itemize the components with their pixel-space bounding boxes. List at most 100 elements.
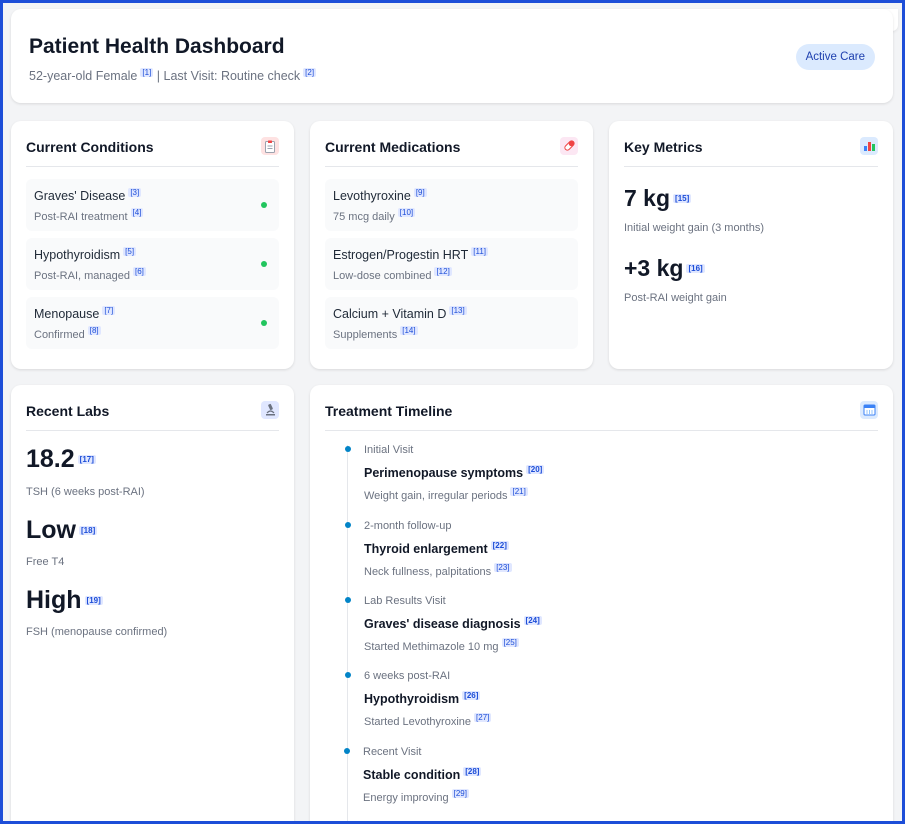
citation[interactable]: [29]: [451, 789, 469, 798]
lab-value: 18.2 [17]: [26, 445, 96, 474]
lab-value-text: 18.2: [26, 445, 75, 473]
page-title: Patient Health Dashboard: [29, 35, 285, 58]
timeline-date: Lab Results Visit: [364, 595, 446, 607]
citation[interactable]: [9]: [413, 188, 427, 197]
medication-name-text: Levothyroxine: [333, 189, 411, 203]
timeline-line: [347, 445, 348, 821]
citation[interactable]: [2]: [303, 68, 317, 77]
citation[interactable]: [11]: [471, 247, 488, 256]
lab-value: Low [18]: [26, 516, 98, 545]
lab-value: High [19]: [26, 586, 103, 615]
condition-name-text: Menopause: [34, 307, 100, 321]
condition-name-text: Graves' Disease: [34, 189, 126, 203]
condition-detail-text: Post-RAI, managed: [34, 270, 130, 282]
condition-item-graves[interactable]: Graves' Disease [3] Post-RAI treatment [4]: [26, 179, 279, 231]
medication-name: Estrogen/Progestin HRT [11]: [333, 247, 488, 262]
conditions-card: Current Conditions Graves' Disease [3] Po…: [11, 121, 294, 369]
timeline-dot: [345, 446, 351, 452]
last-visit: Last Visit: Routine check: [163, 69, 301, 83]
lab-label: TSH (6 weeks post-RAI): [26, 486, 145, 498]
citation[interactable]: [15]: [673, 194, 692, 203]
metric-label: Initial weight gain (3 months): [624, 222, 765, 234]
metric-value-text: +3 kg: [624, 255, 684, 281]
card-title: Treatment Timeline: [325, 403, 453, 419]
timeline-title-text: Thyroid enlargement: [364, 542, 488, 556]
header-card: Patient Health Dashboard 52-year-old Fem…: [11, 9, 893, 103]
timeline-desc-text: Weight gain, irregular periods: [364, 490, 508, 502]
citation[interactable]: [4]: [130, 208, 144, 217]
timeline-date: Recent Visit: [363, 746, 422, 758]
medication-item-levothyroxine[interactable]: Levothyroxine [9] 75 mcg daily [10]: [325, 179, 578, 231]
citation[interactable]: [24]: [523, 616, 542, 625]
card-header: Recent Labs: [26, 401, 279, 431]
medication-name-text: Estrogen/Progestin HRT: [333, 248, 469, 262]
citation[interactable]: [18]: [79, 526, 98, 535]
timeline-title-text: Stable condition: [363, 768, 461, 782]
timeline-title-text: Graves' disease diagnosis: [364, 617, 521, 631]
timeline-dot: [344, 748, 350, 754]
timeline-dot: [345, 672, 351, 678]
subtitle-separator: |: [156, 69, 161, 83]
medication-name: Calcium + Vitamin D [13]: [333, 306, 467, 321]
metric-value: +3 kg [16]: [624, 255, 705, 282]
lab-value-text: Low: [26, 516, 76, 544]
timeline-date: 2-month follow-up: [364, 520, 452, 532]
timeline-event-title: Thyroid enlargement [22]: [364, 541, 509, 556]
medication-detail-text: 75 mcg daily: [333, 211, 395, 223]
timeline-event-desc: Started Levothyroxine [27]: [364, 713, 492, 728]
citation[interactable]: [14]: [400, 326, 418, 335]
dashboard-frame: Patient Health Dashboard 52-year-old Fem…: [0, 0, 905, 824]
citation[interactable]: [20]: [526, 465, 545, 474]
timeline-desc-text: Neck fullness, palpitations: [364, 566, 492, 578]
citation[interactable]: [13]: [449, 306, 467, 315]
citation[interactable]: [28]: [463, 767, 482, 776]
citation[interactable]: [25]: [501, 638, 519, 647]
citation[interactable]: [22]: [490, 541, 509, 550]
citation[interactable]: [7]: [102, 306, 116, 315]
card-title: Current Medications: [325, 139, 461, 155]
citation[interactable]: [21]: [510, 487, 528, 496]
condition-item-menopause[interactable]: Menopause [7] Confirmed [8]: [26, 297, 279, 349]
citation[interactable]: [5]: [123, 247, 137, 256]
labs-card: Recent Labs 18.2 [17] TSH (6 weeks post-R…: [11, 385, 294, 821]
timeline-card: Treatment Timeline Initial Visit Perimen…: [310, 385, 893, 821]
medication-name: Levothyroxine [9]: [333, 188, 427, 203]
timeline-date: Initial Visit: [364, 444, 414, 456]
citation[interactable]: [12]: [434, 267, 452, 276]
card-title: Key Metrics: [624, 139, 703, 155]
metric-label: Post-RAI weight gain: [624, 292, 727, 304]
medication-detail-text: Supplements: [333, 329, 398, 341]
timeline-event-title: Perimenopause symptoms [20]: [364, 465, 545, 480]
clipboard-icon: [261, 137, 279, 155]
citation[interactable]: [26]: [462, 691, 481, 700]
status-dot: [261, 320, 267, 326]
condition-detail: Post-RAI, managed [6]: [34, 267, 146, 282]
timeline-event-desc: Neck fullness, palpitations [23]: [364, 563, 512, 578]
citation[interactable]: [17]: [77, 455, 96, 464]
card-header: Key Metrics: [624, 137, 878, 167]
card-header: Treatment Timeline: [325, 401, 878, 431]
citation[interactable]: [1]: [140, 68, 154, 77]
condition-detail-text: Confirmed: [34, 329, 85, 341]
lab-value-text: High: [26, 586, 82, 614]
condition-name-text: Hypothyroidism: [34, 248, 121, 262]
citation[interactable]: [23]: [494, 563, 512, 572]
citation[interactable]: [6]: [133, 267, 146, 276]
condition-item-hypothyroidism[interactable]: Hypothyroidism [5] Post-RAI, managed [6]: [26, 238, 279, 290]
citation[interactable]: [10]: [397, 208, 416, 217]
medication-detail: 75 mcg daily [10]: [333, 208, 416, 223]
medication-detail: Supplements [14]: [333, 326, 418, 341]
timeline-event-title: Hypothyroidism [26]: [364, 691, 481, 706]
citation[interactable]: [16]: [686, 264, 705, 273]
medication-item-calcium[interactable]: Calcium + Vitamin D [13] Supplements [14]: [325, 297, 578, 349]
metric-value-text: 7 kg: [624, 185, 671, 211]
citation[interactable]: [19]: [84, 596, 103, 605]
condition-detail: Confirmed [8]: [34, 326, 101, 341]
citation[interactable]: [27]: [474, 713, 492, 722]
condition-detail-text: Post-RAI treatment: [34, 211, 128, 223]
medication-item-hrt[interactable]: Estrogen/Progestin HRT [11] Low-dose comb…: [325, 238, 578, 290]
timeline-desc-text: Started Levothyroxine: [364, 716, 472, 728]
medication-detail-text: Low-dose combined: [333, 270, 432, 282]
citation[interactable]: [8]: [87, 326, 101, 335]
citation[interactable]: [3]: [128, 188, 142, 197]
